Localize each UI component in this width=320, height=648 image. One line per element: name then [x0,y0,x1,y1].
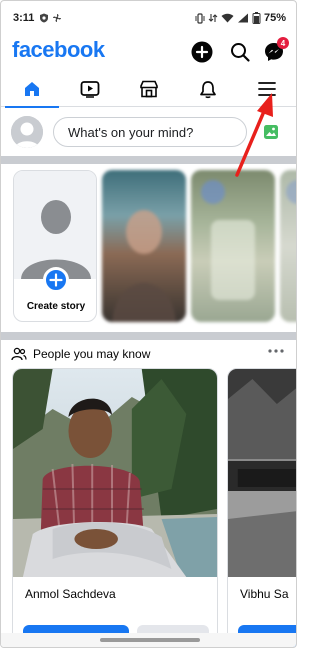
create-story-label: Create story [26,301,86,312]
default-profile-icon [11,116,43,148]
person-card[interactable]: Vibhu Sa [227,368,296,647]
facebook-logo[interactable]: facebook [12,37,105,63]
messenger-badge: 4 [277,37,289,49]
plus-icon [49,273,63,287]
blurred-story-image [112,210,176,322]
create-plus-icon[interactable] [191,41,213,63]
bell-icon [200,80,216,98]
status-time: 3:11 [13,12,35,24]
avatar[interactable] [11,116,43,148]
section-divider [1,332,296,340]
status-bar: 3:11 75% [1,1,296,35]
person-photo [228,369,296,577]
marketplace-icon [140,80,158,98]
home-gesture-pill[interactable] [100,638,200,642]
tab-marketplace[interactable] [120,71,178,107]
default-profile-silhouette [14,171,96,279]
stories-row: Create story [1,164,296,331]
post-composer: What's on your mind? [1,108,296,156]
wifi-icon [221,13,234,23]
people-icon [11,347,27,361]
blurred-story-image [286,180,296,204]
create-story-card[interactable]: Create story [13,170,97,322]
battery-percent: 75% [263,12,286,24]
create-story-plus-button[interactable] [43,267,69,293]
person-name[interactable]: Anmol Sachdeva [25,587,116,601]
tab-menu[interactable] [238,71,296,107]
vibrate-icon [195,12,205,24]
photo-icon[interactable] [263,124,279,140]
tab-video[interactable] [61,71,119,107]
pymk-title: People you may know [33,347,151,361]
story-card[interactable] [280,170,296,322]
data-arrows-icon [208,14,218,22]
nav-tabs [1,71,296,108]
pymk-header: People you may know [11,344,150,364]
hamburger-menu-icon [258,82,276,96]
tab-notifications[interactable] [179,71,237,107]
app-screen: 3:11 75% facebook 4 What's on your mind?… [0,0,297,648]
story-card[interactable] [102,170,186,322]
signal-icon [237,13,248,23]
whats-on-your-mind-input[interactable]: What's on your mind? [53,117,247,147]
people-you-may-know-section: People you may know Anmol Sachdeva Vibhu… [1,340,296,647]
more-options-icon[interactable] [267,348,285,354]
person-name[interactable]: Vibhu Sa [240,587,289,601]
search-icon[interactable] [229,41,251,63]
status-right: 75% [195,12,286,24]
blurred-story-image [201,180,255,300]
tab-home[interactable] [3,71,61,108]
create-story-photo [14,171,96,279]
story-card[interactable] [191,170,275,322]
app-header: facebook [1,35,296,69]
fan-status-icon [53,14,62,22]
video-icon [80,81,100,98]
shield-status-icon [40,13,49,23]
battery-icon [252,12,261,24]
person-card[interactable]: Anmol Sachdeva [12,368,218,647]
system-navigation-bar [1,633,296,647]
section-divider [1,156,296,164]
home-icon [25,82,39,96]
person-photo [13,369,217,577]
